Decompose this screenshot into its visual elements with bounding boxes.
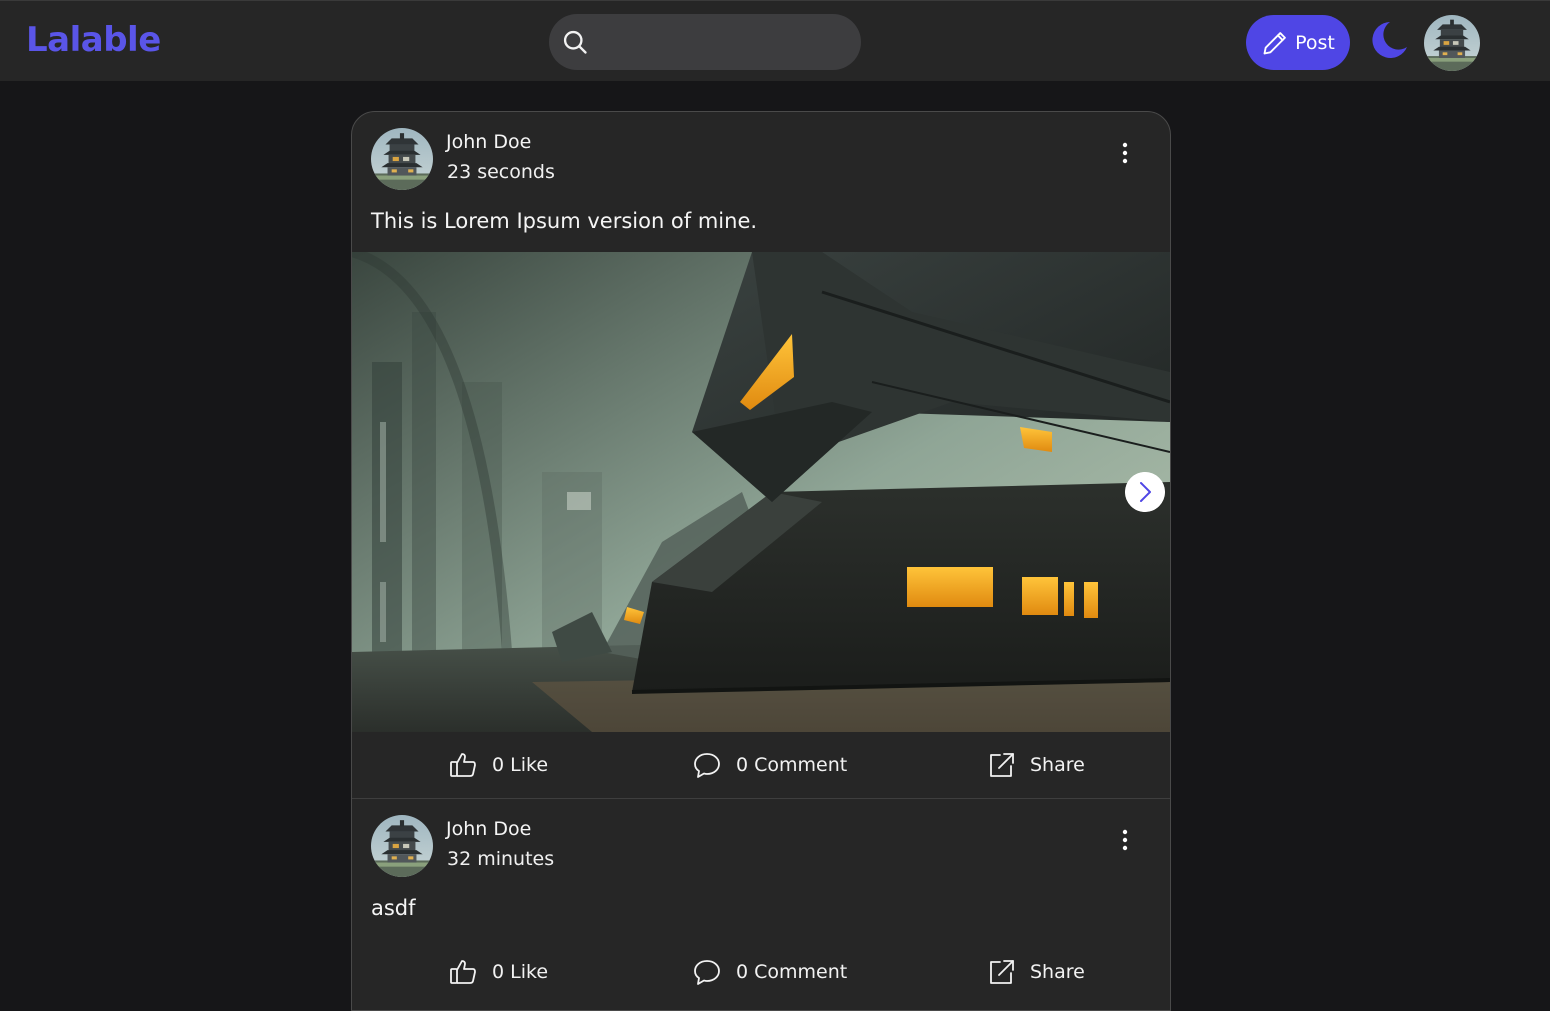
post-timestamp: 32 minutes [447,848,555,870]
post-actions: 0 Like 0 Comment Share [352,939,1170,1005]
share-icon [990,753,1014,777]
more-options-icon[interactable] [1110,138,1140,168]
search-bar[interactable] [549,14,861,70]
app-logo[interactable]: Lalable [26,20,161,60]
futuristic-building-image[interactable] [352,252,1170,732]
post-actions: 0 Like 0 Comment Share [352,732,1170,799]
post-header: John Doe 32 minutes [352,799,1170,885]
search-input[interactable] [599,24,843,62]
profile-avatar[interactable] [1424,15,1480,71]
author-avatar[interactable] [371,128,433,190]
comment-count: 0 Comment [736,961,848,983]
author-name[interactable]: John Doe [446,817,531,841]
like-button[interactable]: 0 Like [448,939,548,1005]
post-timestamp: 23 seconds [447,161,555,183]
thumbs-up-icon [450,753,476,777]
author-avatar[interactable] [371,815,433,877]
post-card: John Doe 23 seconds This is Lorem Ipsum … [352,112,1170,799]
avatar-image [371,128,433,190]
post-feed: John Doe 23 seconds This is Lorem Ipsum … [351,111,1171,1011]
post-card: John Doe 32 minutes asdf 0 Like 0 Commen… [352,799,1170,1005]
create-post-label: Post [1295,31,1335,54]
avatar-image [371,815,433,877]
like-button[interactable]: 0 Like [448,732,548,798]
top-navbar: Lalable Post [0,0,1550,81]
share-label: Share [1030,961,1085,983]
post-body: This is Lorem Ipsum version of mine. [371,209,758,233]
moon-icon[interactable] [1366,19,1410,63]
chevron-right-icon[interactable] [1125,472,1165,512]
post-header: John Doe 23 seconds [352,112,1170,198]
pencil-icon [1263,31,1286,54]
comment-button[interactable]: 0 Comment [692,939,847,1005]
comment-icon [694,960,720,985]
thumbs-up-icon [450,960,476,984]
comment-count: 0 Comment [736,754,848,776]
share-button[interactable]: Share [986,732,1085,798]
more-options-icon[interactable] [1110,825,1140,855]
post-image-carousel [352,252,1170,732]
create-post-button[interactable]: Post [1246,15,1350,70]
author-name[interactable]: John Doe [446,130,531,154]
share-button[interactable]: Share [986,939,1085,1005]
like-count: 0 Like [492,961,549,983]
post-body: asdf [371,896,416,920]
like-count: 0 Like [492,754,549,776]
comment-icon [694,753,720,778]
avatar-image [1424,15,1480,71]
share-icon [990,960,1014,984]
comment-button[interactable]: 0 Comment [692,732,847,798]
search-icon[interactable] [561,28,589,56]
share-label: Share [1030,754,1085,776]
